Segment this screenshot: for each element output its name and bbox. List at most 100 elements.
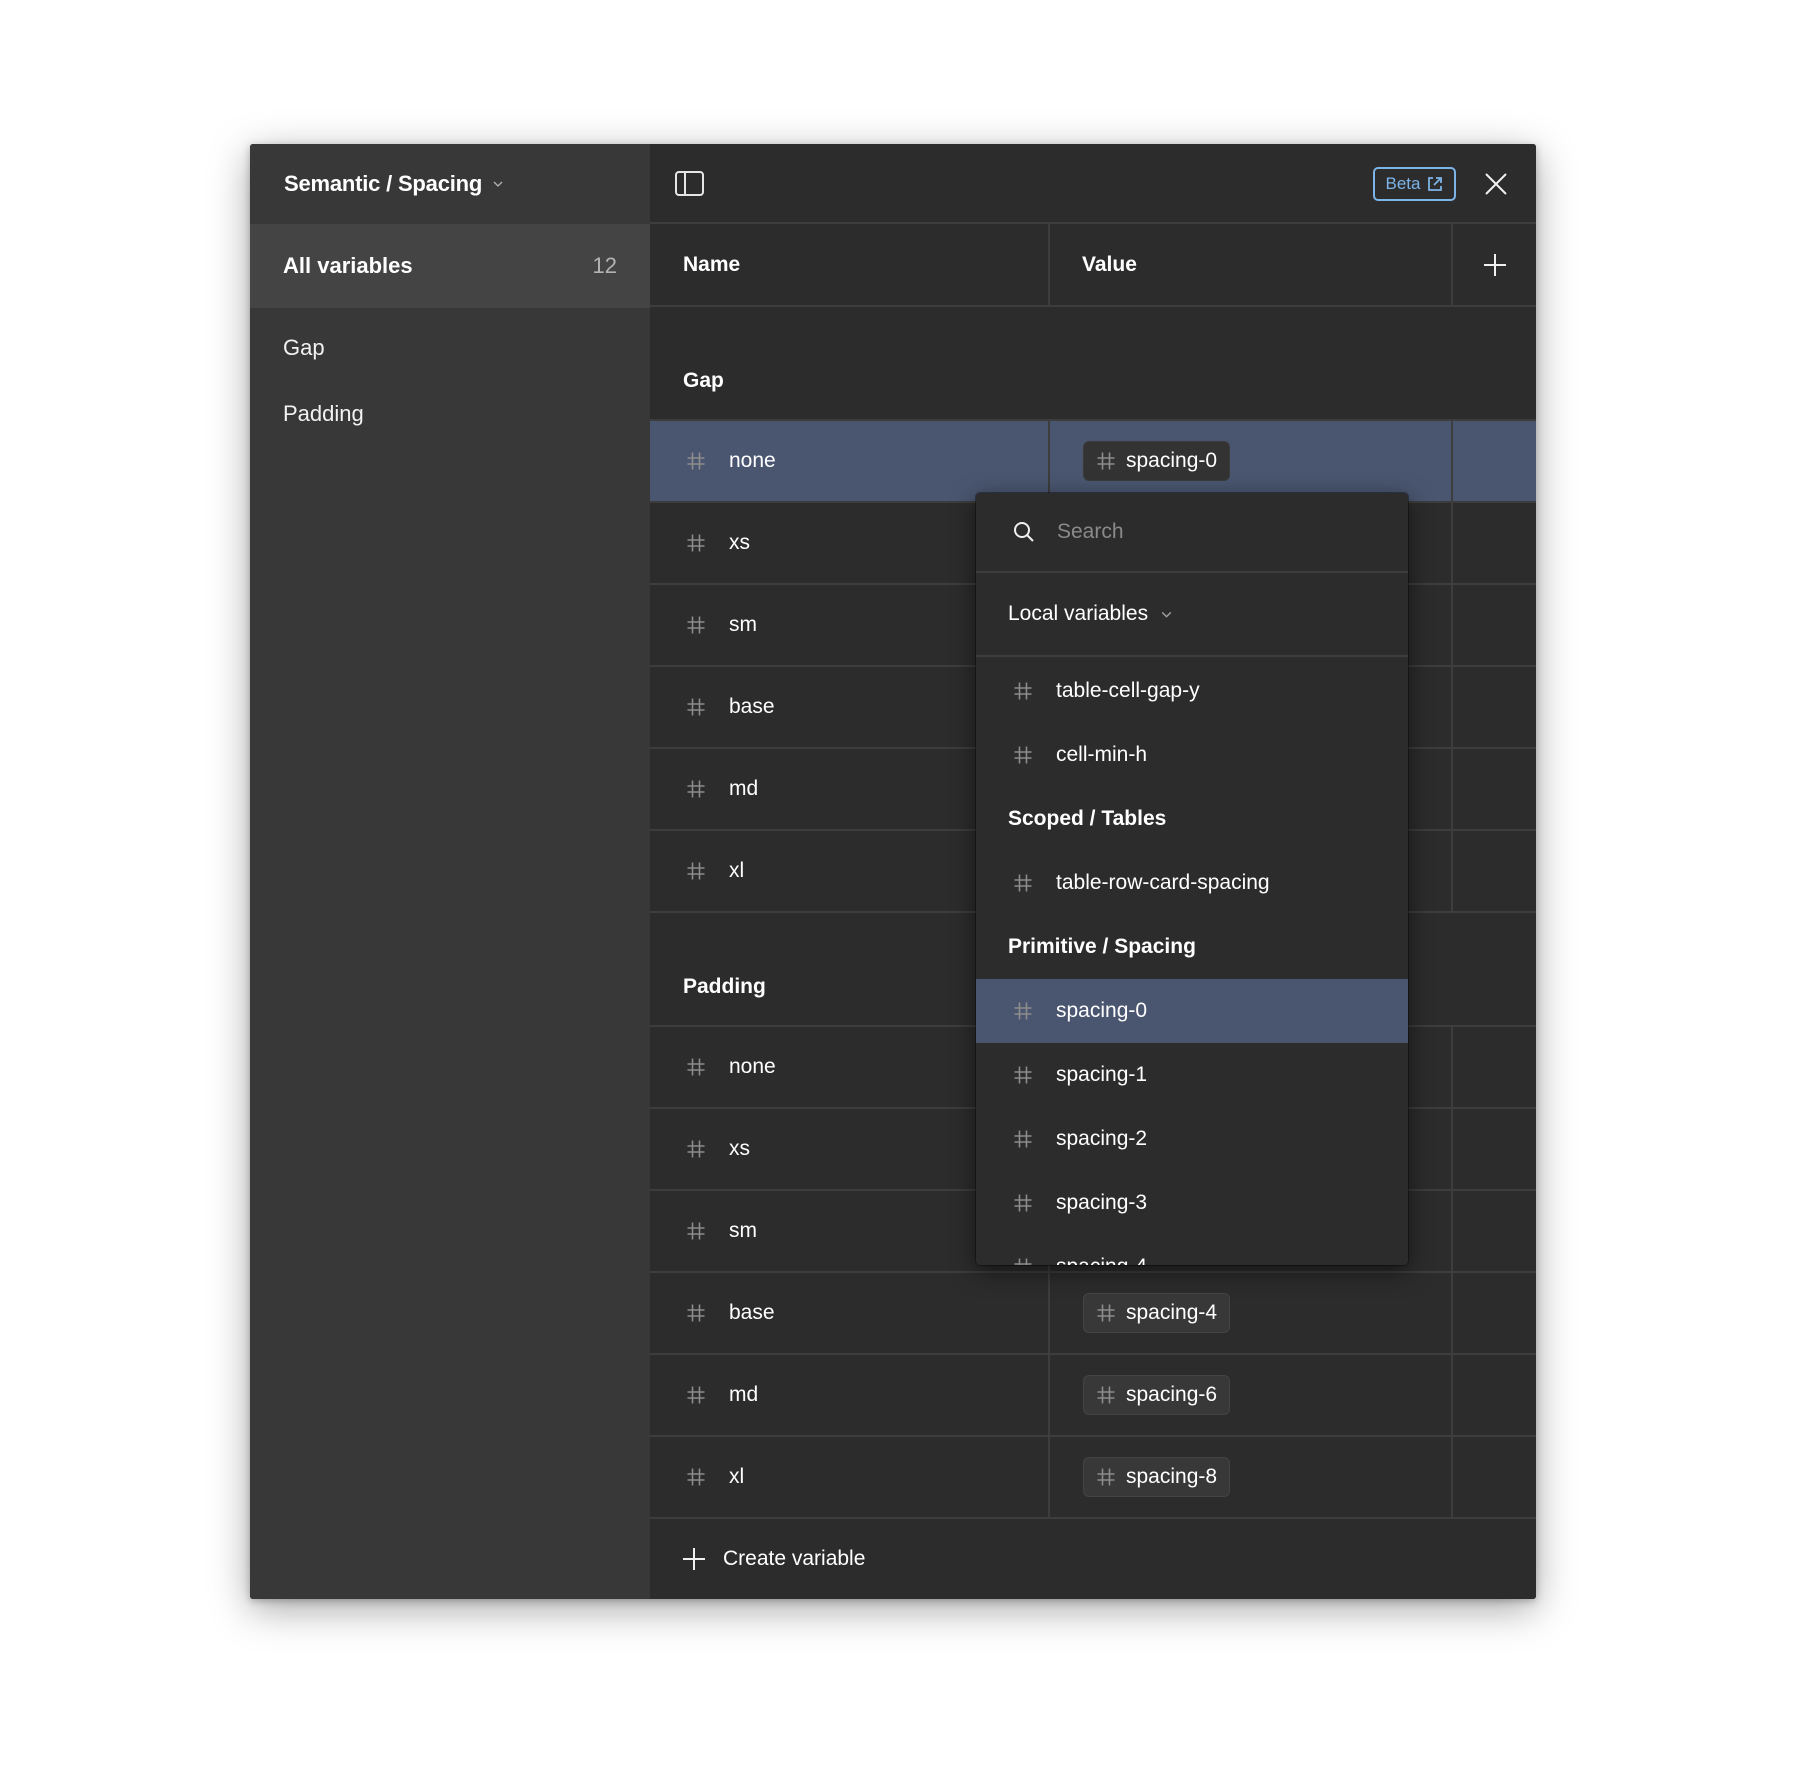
number-type-icon (1014, 1002, 1032, 1020)
value-cell[interactable]: spacing-6 (1050, 1355, 1453, 1435)
all-variables-label: All variables (283, 253, 413, 278)
variable-name: base (729, 1301, 775, 1324)
sidebar-item-padding[interactable]: Padding (250, 384, 650, 444)
toolbar: Beta (650, 144, 1536, 224)
value-cell[interactable]: spacing-0 (1050, 421, 1453, 501)
variable-row[interactable]: base spacing-4 (650, 1273, 1536, 1355)
number-type-icon (687, 1386, 705, 1404)
name-cell[interactable]: md (650, 1355, 1050, 1435)
column-header-value: Value (1050, 224, 1453, 305)
variable-option[interactable]: table-cell-gap-y (976, 659, 1408, 723)
variable-name: none (729, 1055, 776, 1078)
name-cell[interactable]: xl (650, 1437, 1050, 1517)
search-input[interactable] (1057, 520, 1377, 544)
column-header-name: Name (650, 224, 1050, 305)
row-action-cell (1453, 585, 1536, 665)
close-icon[interactable] (1484, 172, 1508, 196)
variable-row[interactable]: xl spacing-8 (650, 1437, 1536, 1519)
variable-option-label: spacing-0 (1056, 999, 1148, 1022)
plus-icon (683, 1548, 705, 1570)
group-header: Gap (650, 307, 1536, 421)
variable-name: xl (729, 859, 745, 882)
variable-option-label: spacing-1 (1056, 1063, 1148, 1086)
collection-selector[interactable]: Semantic / Spacing (250, 144, 650, 224)
variable-name: sm (729, 1219, 757, 1242)
value-alias-pill[interactable]: spacing-4 (1083, 1293, 1231, 1333)
variable-row[interactable]: md spacing-6 (650, 1355, 1536, 1437)
variable-row[interactable]: none spacing-0 (650, 421, 1536, 503)
plus-icon (1483, 253, 1506, 276)
row-action-cell (1453, 421, 1536, 501)
variable-option[interactable]: spacing-1 (976, 1043, 1408, 1107)
row-action-cell (1453, 667, 1536, 747)
number-type-icon (687, 1222, 705, 1240)
variable-option[interactable]: spacing-2 (976, 1107, 1408, 1171)
row-action-cell (1453, 1273, 1536, 1353)
variable-source-selector[interactable]: Local variables (976, 573, 1408, 657)
variable-name: xl (729, 1465, 745, 1488)
value-alias-label: spacing-8 (1126, 1465, 1218, 1488)
row-action-cell (1453, 1437, 1536, 1517)
sidebar-item-all-variables[interactable]: All variables 12 (250, 224, 650, 308)
value-cell[interactable]: spacing-8 (1050, 1437, 1453, 1517)
collections-sidebar: Semantic / Spacing All variables 12 Gap … (250, 144, 650, 1599)
row-action-cell (1453, 1109, 1536, 1189)
value-alias-label: spacing-0 (1126, 449, 1218, 472)
value-alias-label: spacing-4 (1126, 1301, 1218, 1324)
variable-option[interactable]: spacing-0 (976, 979, 1408, 1043)
variable-name: md (729, 1383, 759, 1406)
number-type-icon (1014, 746, 1032, 764)
sidebar-item-label: Gap (283, 335, 325, 360)
variable-name: base (729, 695, 775, 718)
search-icon (1014, 522, 1034, 542)
row-action-cell (1453, 749, 1536, 829)
number-type-icon (687, 1468, 705, 1486)
value-cell[interactable]: spacing-4 (1050, 1273, 1453, 1353)
name-cell[interactable]: base (650, 1273, 1050, 1353)
sidebar-toggle-icon[interactable] (675, 171, 704, 196)
number-type-icon (687, 780, 705, 798)
row-action-cell (1453, 831, 1536, 911)
number-type-icon (1097, 452, 1115, 470)
collection-section-header: Primitive / Spacing (1008, 935, 1196, 958)
row-action-cell (1453, 1355, 1536, 1435)
variable-option[interactable]: spacing-4 (976, 1235, 1408, 1265)
collection-title: Semantic / Spacing (284, 171, 483, 196)
variable-options-list: table-cell-gap-y cell-min-h Scoped / Table… (976, 659, 1408, 1265)
row-action-cell (1453, 503, 1536, 583)
name-cell[interactable]: none (650, 421, 1050, 501)
value-alias-label: spacing-6 (1126, 1383, 1218, 1406)
variable-option-label: spacing-2 (1056, 1127, 1148, 1150)
search-bar (976, 493, 1408, 573)
number-type-icon (687, 1058, 705, 1076)
create-variable-button[interactable]: Create variable (650, 1519, 1536, 1599)
number-type-icon (687, 534, 705, 552)
create-variable-label: Create variable (723, 1547, 866, 1570)
sidebar-item-gap[interactable]: Gap (250, 318, 650, 378)
variable-option[interactable]: table-row-card-spacing (976, 851, 1408, 915)
external-link-icon (1428, 177, 1443, 191)
chevron-down-icon (493, 181, 503, 187)
group-title: Padding (683, 975, 766, 998)
sidebar-item-label: Padding (283, 401, 364, 426)
variable-option[interactable]: cell-min-h (976, 723, 1408, 787)
number-type-icon (687, 1304, 705, 1322)
number-type-icon (687, 616, 705, 634)
all-variables-count: 12 (592, 253, 617, 278)
value-alias-pill[interactable]: spacing-0 (1083, 441, 1231, 481)
variable-option[interactable]: spacing-3 (976, 1171, 1408, 1235)
number-type-icon (687, 1140, 705, 1158)
number-type-icon (1014, 682, 1032, 700)
row-action-cell (1453, 1027, 1536, 1107)
number-type-icon (1014, 1258, 1032, 1265)
value-alias-pill[interactable]: spacing-8 (1083, 1457, 1231, 1497)
beta-badge[interactable]: Beta (1373, 167, 1456, 201)
number-type-icon (1014, 1194, 1032, 1212)
number-type-icon (1014, 874, 1032, 892)
value-alias-pill[interactable]: spacing-6 (1083, 1375, 1231, 1415)
variable-picker-dropdown: Local variables table-cell-gap-y cell-min… (976, 493, 1408, 1265)
table-header: Name Value (650, 224, 1536, 307)
add-mode-button[interactable] (1453, 224, 1536, 305)
row-action-cell (1453, 1191, 1536, 1271)
variable-option-label: cell-min-h (1056, 743, 1148, 766)
